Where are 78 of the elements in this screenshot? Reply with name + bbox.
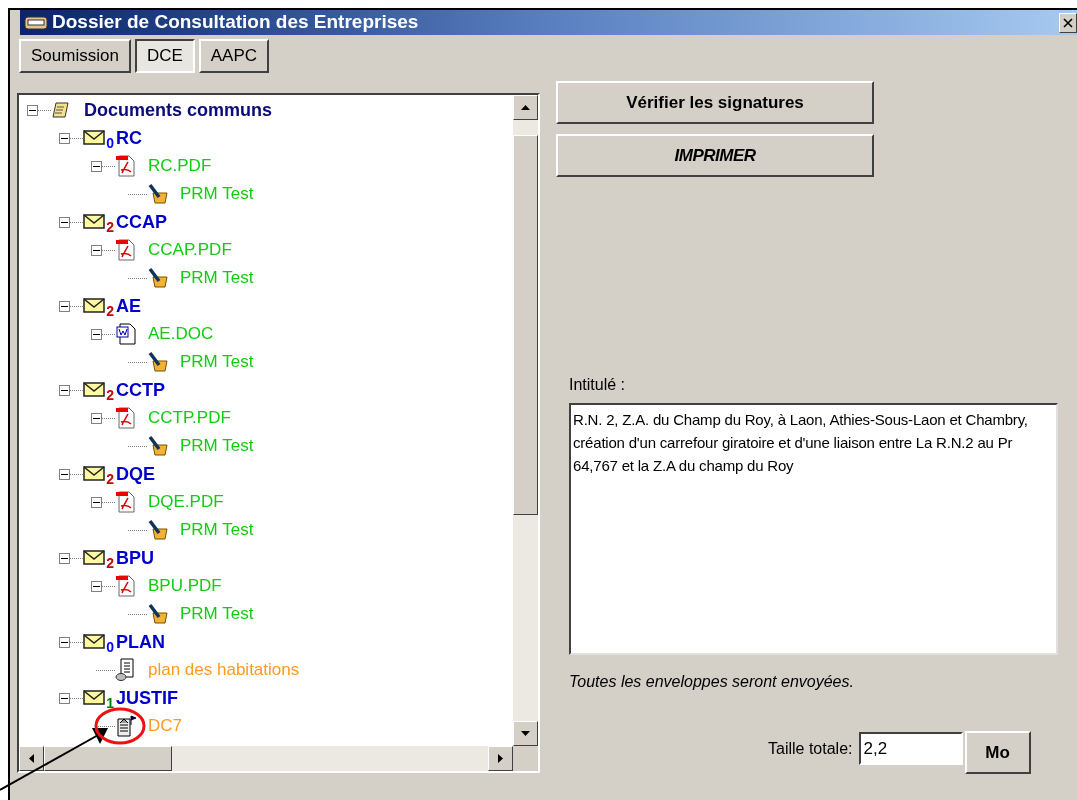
collapse-toggle-icon[interactable]	[91, 580, 102, 592]
vertical-scrollbar[interactable]	[513, 95, 538, 746]
envelope-icon	[83, 297, 105, 315]
count-label: 1	[106, 696, 114, 710]
action-button[interactable]: Vérifier les signatures	[556, 81, 874, 124]
pen-and-scroll-icon	[147, 603, 169, 625]
count-label: 2	[106, 556, 114, 570]
left-arrow-icon	[29, 754, 34, 763]
scroll-icon	[51, 100, 71, 120]
collapse-toggle-icon[interactable]	[59, 692, 70, 704]
window-title: Dossier de Consultation des Entreprises	[52, 10, 419, 35]
collapse-toggle-icon[interactable]	[59, 468, 70, 480]
tree-item[interactable]: CCAP	[116, 208, 167, 236]
collapse-toggle-icon[interactable]	[59, 132, 70, 144]
envelope-icon	[83, 129, 105, 147]
pdf-file-icon	[115, 574, 137, 598]
collapse-toggle-icon[interactable]	[59, 216, 70, 228]
pen-and-scroll-icon	[147, 183, 169, 205]
envelope-icon	[83, 689, 105, 707]
count-label: 2	[106, 388, 114, 402]
envelope-icon	[83, 633, 105, 651]
envelope-icon	[83, 465, 105, 483]
collapse-toggle-icon[interactable]	[91, 328, 102, 340]
envelope-icon	[83, 381, 105, 399]
count-label: 0	[106, 640, 114, 654]
collapse-toggle-icon[interactable]	[59, 636, 70, 648]
tree-item[interactable]: Documents communs	[84, 96, 273, 124]
collapse-toggle-icon[interactable]	[59, 384, 70, 396]
pen-and-scroll-icon	[147, 519, 169, 541]
unit-button[interactable]: Mo	[964, 731, 1031, 774]
down-arrow-icon	[521, 731, 530, 736]
pdf-file-icon	[115, 406, 137, 430]
pen-and-scroll-icon	[147, 435, 169, 457]
count-label: 2	[106, 304, 114, 318]
tree-item[interactable]: BPU	[116, 544, 154, 572]
collapse-toggle-icon[interactable]	[91, 412, 102, 424]
tree-item[interactable]: JUSTIF	[116, 684, 178, 712]
pdf-file-icon	[115, 238, 137, 262]
word-file-icon	[115, 322, 137, 346]
field-label: Taille totale:	[768, 738, 853, 759]
info-note: Toutes les enveloppes seront envoyées.	[569, 672, 855, 692]
pen-and-scroll-icon	[147, 351, 169, 373]
window-icon	[24, 14, 48, 31]
close-icon	[1063, 17, 1073, 28]
count-label: 2	[106, 220, 114, 234]
tree-item[interactable]: AE	[116, 292, 141, 320]
collapse-toggle-icon[interactable]	[59, 552, 70, 564]
scrollbar-corner	[513, 746, 538, 771]
document-with-flag-icon	[115, 714, 137, 738]
collapse-toggle-icon[interactable]	[91, 496, 102, 508]
highlight-circle	[94, 707, 146, 745]
up-arrow-icon	[521, 105, 530, 110]
tree-item[interactable]: PLAN	[116, 628, 165, 656]
close-button[interactable]	[1059, 12, 1077, 33]
document-with-hand-icon	[115, 658, 137, 682]
collapse-toggle-icon[interactable]	[27, 104, 38, 116]
count-label: 0	[106, 136, 114, 150]
tree-item[interactable]: RC	[116, 124, 142, 152]
tab[interactable]: DCE	[134, 39, 195, 73]
tab[interactable]: AAPC	[198, 39, 270, 73]
tab[interactable]: Soumission	[19, 39, 131, 73]
collapse-toggle-icon[interactable]	[91, 244, 102, 256]
tree-item[interactable]: DQE	[116, 460, 155, 488]
right-arrow-icon	[498, 754, 503, 763]
horizontal-scrollbar[interactable]	[19, 746, 513, 771]
tree-item[interactable]: CCTP	[116, 376, 165, 404]
total-size-field[interactable]: 2,2	[858, 732, 963, 765]
action-button[interactable]: IMPRIMER	[556, 134, 874, 177]
collapse-toggle-icon[interactable]	[59, 300, 70, 312]
pdf-file-icon	[115, 154, 137, 178]
envelope-icon	[83, 549, 105, 567]
pen-and-scroll-icon	[147, 267, 169, 289]
pdf-file-icon	[115, 490, 137, 514]
collapse-toggle-icon[interactable]	[91, 160, 102, 172]
field-label: Intitulé :	[569, 375, 627, 395]
envelope-icon	[83, 213, 105, 231]
count-label: 2	[106, 472, 114, 486]
title-text-area[interactable]: R.N. 2, Z.A. du Champ du Roy, à Laon, Athies-Sous-Laon et Chambry, création d'un carrefour giratoire et d'une liaison entre La R.N.2 au Pr 64,767 et la Z.A du champ du Roy	[569, 403, 1058, 655]
